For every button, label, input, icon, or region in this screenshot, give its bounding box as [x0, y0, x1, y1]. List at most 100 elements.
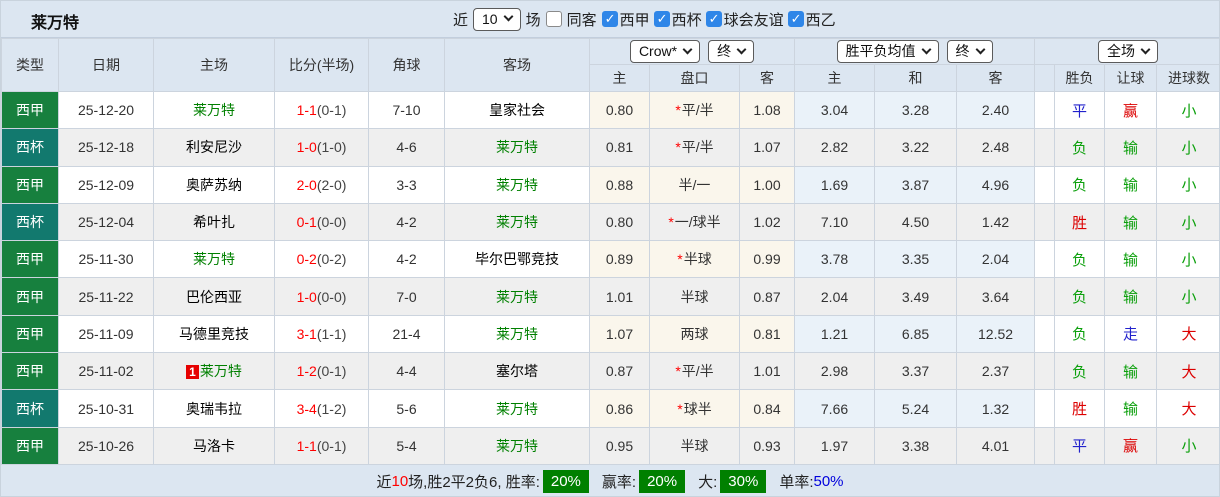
result-wdl: 平 [1054, 426, 1106, 465]
away-team[interactable]: 莱万特 [496, 326, 538, 342]
ah-home-odds: 0.86 [589, 389, 650, 428]
avg-home-odds: 1.21 [794, 314, 876, 354]
big-rate-badge: 30% [720, 469, 767, 493]
handicap-time-select[interactable]: 终 [708, 40, 755, 63]
chevron-down-icon [736, 44, 747, 54]
away-team[interactable]: 莱万特 [496, 289, 538, 305]
handicap-rate-badge: 20% [639, 469, 686, 493]
home-team[interactable]: 马德里竞技 [179, 326, 249, 342]
away-team[interactable]: 莱万特 [496, 438, 538, 454]
fulltime-score: 1-2 [296, 363, 317, 380]
home-team-cell: 希叶扎 [153, 202, 275, 242]
corners: 5-4 [368, 426, 445, 465]
result-wdl: 胜 [1054, 389, 1106, 428]
home-team[interactable]: 莱万特 [200, 363, 242, 379]
gap-cell [1034, 352, 1056, 391]
home-team[interactable]: 巴伦西亚 [186, 289, 242, 305]
filter-checkbox-0[interactable] [601, 11, 618, 27]
ah-home-odds: 0.80 [589, 90, 650, 130]
home-team[interactable]: 马洛卡 [193, 438, 235, 454]
away-team-cell: 皇家社会 [444, 90, 590, 130]
col-header-goals-result: 进球数 [1156, 64, 1219, 92]
scope-group-header: 全场 [1034, 38, 1219, 65]
avg-away-odds: 3.64 [956, 277, 1036, 316]
favourite-star-mark: * [675, 102, 681, 119]
corners: 3-3 [368, 165, 445, 204]
halftime-score: (0-1) [316, 437, 347, 454]
avg-away-odds: 12.52 [956, 314, 1036, 354]
avg-home-odds: 2.04 [794, 277, 876, 316]
home-team[interactable]: 莱万特 [193, 102, 235, 118]
ah-away-odds: 0.84 [738, 389, 796, 428]
ah-away-odds: 0.81 [738, 314, 796, 354]
table-row: 西甲 25-12-09 奥萨苏纳 2-0(2-0) 3-3 莱万特 0.88 半/一 1.00 1… [1, 165, 1219, 204]
away-team[interactable]: 莱万特 [496, 401, 538, 417]
result-wdl: 负 [1054, 277, 1106, 316]
col-header-avg-home: 主 [794, 64, 876, 92]
ah-line: 两球 [649, 314, 740, 354]
result-goals: 小 [1156, 426, 1219, 465]
chevron-down-icon [503, 11, 514, 22]
ah-line-text: 一/球半 [674, 214, 721, 231]
league-badge: 西甲 [1, 90, 59, 130]
avg-time-select[interactable]: 终 [946, 40, 993, 63]
away-team[interactable]: 莱万特 [496, 139, 538, 155]
competition-filter: 西甲 [601, 9, 650, 30]
chevron-down-icon [975, 44, 985, 54]
ah-line-text: 球半 [683, 400, 712, 417]
competition-filter: 西杯 [653, 9, 702, 30]
filter-checkbox-3[interactable] [787, 11, 804, 27]
home-team[interactable]: 奥萨苏纳 [186, 177, 242, 193]
table-row: 西甲 25-10-26 马洛卡 1-1(0-1) 5-4 莱万特 0.95 半球 0.93 1.9… [1, 426, 1219, 465]
away-team-cell: 莱万特 [444, 128, 590, 167]
col-header-gap [1034, 64, 1056, 92]
recent-count-select[interactable]: 10 [473, 7, 521, 31]
avg-odds-select[interactable]: 胜平负均值 [836, 40, 939, 63]
score: 3-1(1-1) [274, 314, 369, 354]
table-row: 西杯 25-10-31 奥瑞韦拉 3-4(1-2) 5-6 莱万特 0.86 *球半 0.84 7… [1, 389, 1219, 428]
ah-line-text: 半/一 [678, 176, 711, 193]
fulltime-score: 1-0 [296, 288, 317, 305]
filter-checkbox-2[interactable] [705, 11, 722, 27]
ah-home-odds: 0.89 [589, 240, 650, 279]
bookmaker-select[interactable]: Crow* [629, 40, 701, 63]
halftime-score: (0-0) [316, 214, 347, 231]
home-team[interactable]: 希叶扎 [193, 214, 235, 230]
away-team-cell: 莱万特 [444, 277, 590, 316]
big-rate-label: 大: [698, 473, 718, 491]
ah-home-odds: 0.88 [589, 165, 650, 204]
away-team-cell: 莱万特 [444, 202, 590, 242]
away-team[interactable]: 皇家社会 [489, 102, 545, 118]
home-team[interactable]: 奥瑞韦拉 [186, 401, 242, 417]
ah-away-odds: 1.02 [738, 202, 796, 242]
away-team[interactable]: 莱万特 [496, 214, 538, 230]
away-team[interactable]: 毕尔巴鄂竞技 [475, 251, 559, 267]
title-bar: 莱万特 近 10 场 同客 西甲 西杯 球会友谊 西乙 [1, 1, 1219, 38]
scope-select[interactable]: 全场 [1098, 40, 1159, 63]
away-team[interactable]: 塞尔塔 [496, 363, 538, 379]
result-wdl: 负 [1054, 352, 1106, 391]
halftime-score: (0-0) [316, 288, 347, 305]
avg-home-odds: 2.82 [794, 128, 876, 167]
halftime-score: (1-2) [316, 400, 347, 417]
match-date: 25-10-31 [58, 389, 154, 428]
col-header-avg-away: 客 [956, 64, 1036, 92]
filter-checkbox-1[interactable] [653, 11, 670, 27]
col-header-handicap-result: 让球 [1104, 64, 1158, 92]
avg-away-odds: 2.40 [956, 90, 1036, 130]
chevron-down-icon [1140, 44, 1151, 54]
ah-home-odds: 0.95 [589, 426, 650, 465]
corners: 5-6 [368, 389, 445, 428]
fulltime-score: 3-4 [296, 400, 317, 417]
summary-bar: 近 10 场,胜2平2负6, 胜率: 20% 赢率: 20% 大: 30% 单率: … [1, 464, 1219, 496]
home-team[interactable]: 莱万特 [193, 251, 235, 267]
result-goals: 大 [1156, 314, 1219, 354]
filter-label: 西甲 [619, 11, 650, 29]
ah-home-odds: 1.01 [589, 277, 650, 316]
same-away-checkbox[interactable] [545, 11, 562, 27]
away-team[interactable]: 莱万特 [496, 177, 538, 193]
avg-draw-odds: 3.37 [874, 352, 958, 391]
home-team[interactable]: 利安尼沙 [186, 139, 242, 155]
ah-away-odds: 0.87 [738, 277, 796, 316]
filter-label: 西乙 [805, 11, 836, 29]
